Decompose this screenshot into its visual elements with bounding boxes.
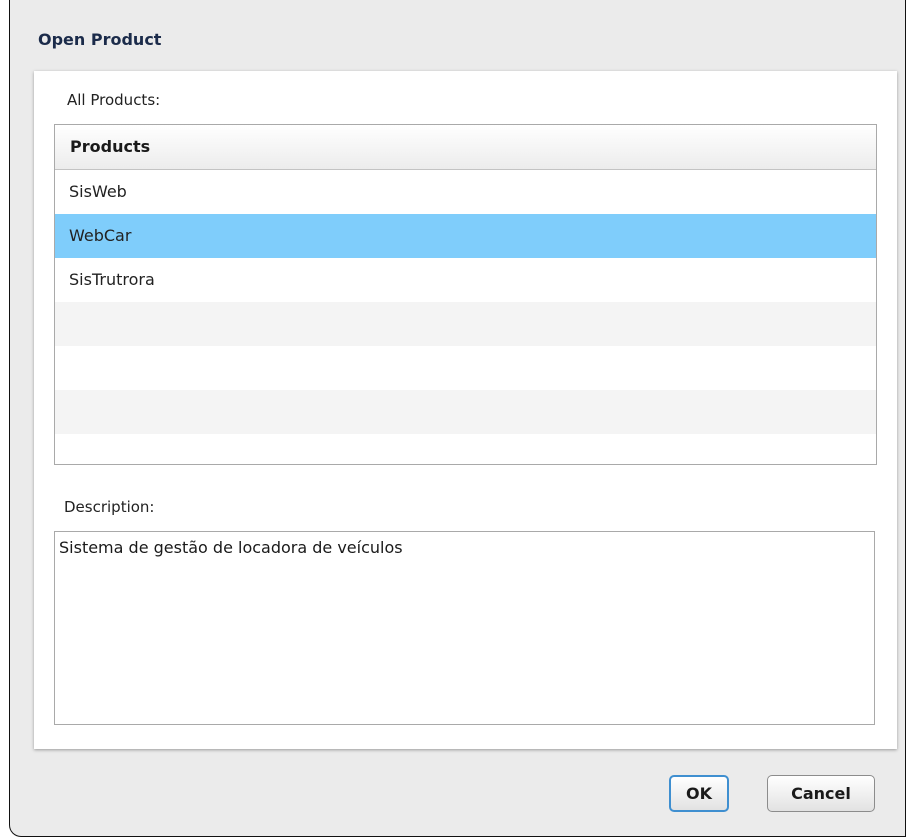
products-grid[interactable]: Products SisWeb WebCar SisTrutrora: [54, 124, 877, 465]
empty-row: [55, 434, 876, 464]
all-products-label: All Products:: [67, 91, 161, 109]
products-column-header[interactable]: Products: [55, 125, 876, 170]
cancel-button[interactable]: Cancel: [767, 775, 875, 812]
open-product-dialog: Open Product All Products: Products SisW…: [9, 0, 906, 837]
empty-row: [55, 302, 876, 346]
ok-button[interactable]: OK: [669, 775, 729, 812]
product-row[interactable]: SisWeb: [55, 170, 876, 214]
product-row-selected[interactable]: WebCar: [55, 214, 876, 258]
dialog-title: Open Product: [38, 30, 162, 49]
description-label: Description:: [64, 498, 155, 516]
description-textarea[interactable]: Sistema de gestão de locadora de veículo…: [54, 531, 875, 725]
empty-row: [55, 390, 876, 434]
empty-row: [55, 346, 876, 390]
content-panel: All Products: Products SisWeb WebCar Sis…: [34, 71, 897, 749]
product-row[interactable]: SisTrutrora: [55, 258, 876, 302]
